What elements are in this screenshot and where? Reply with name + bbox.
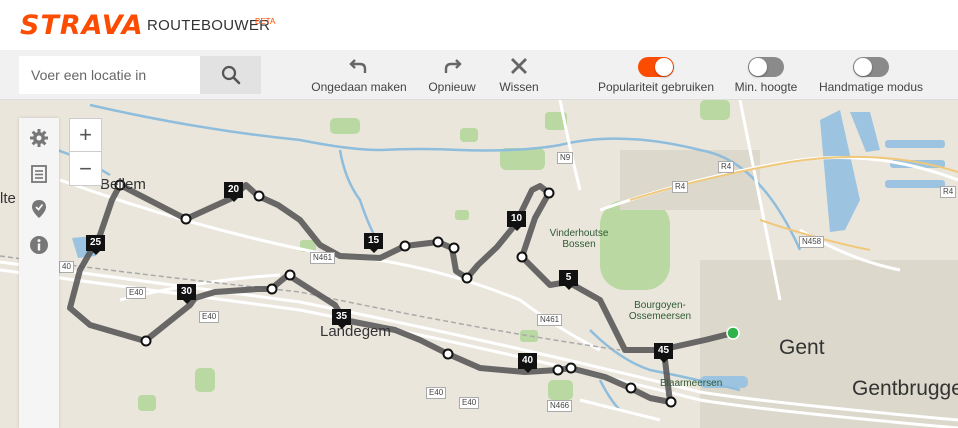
place-blaarmeersen: Blaarmeersen bbox=[660, 378, 723, 389]
road-e40-b: E40 bbox=[199, 311, 220, 323]
map-side-panel bbox=[19, 118, 59, 428]
route-toolbar: Ongedaan maken Opnieuw Wissen Popularite… bbox=[0, 50, 958, 100]
gear-icon bbox=[30, 129, 48, 147]
road-n461-a: N461 bbox=[310, 252, 336, 264]
road-r4-c: R4 bbox=[940, 186, 957, 198]
zoom-in-button[interactable]: + bbox=[70, 119, 101, 152]
min-elevation-switch[interactable] bbox=[748, 57, 784, 77]
popularity-label: Populariteit gebruiken bbox=[597, 80, 715, 94]
undo-label: Ongedaan maken bbox=[311, 80, 407, 94]
search-icon bbox=[221, 65, 240, 85]
km-marker-10[interactable]: 10 bbox=[507, 211, 526, 231]
place-landegem: Landegem bbox=[320, 323, 391, 340]
manual-mode-switch[interactable] bbox=[853, 57, 889, 77]
beta-badge: BETA bbox=[255, 17, 276, 26]
zoom-control: + − bbox=[69, 118, 102, 186]
km-marker-40[interactable]: 40 bbox=[518, 353, 537, 373]
place-edge-label: lte bbox=[0, 190, 16, 207]
info-icon bbox=[30, 236, 48, 254]
road-r4-a: R4 bbox=[718, 161, 735, 173]
road-e40-a: E40 bbox=[126, 287, 147, 299]
app-title: ROUTEBOUWER bbox=[147, 17, 271, 34]
km-marker-15[interactable]: 15 bbox=[364, 233, 383, 253]
km-marker-30[interactable]: 30 bbox=[177, 284, 196, 304]
km-marker-45[interactable]: 45 bbox=[654, 343, 673, 363]
settings-button[interactable] bbox=[27, 126, 51, 150]
route-map[interactable]: Gent Gentbrugge Landegem Bellem Vinderho… bbox=[0, 100, 958, 428]
clear-button[interactable]: Wissen bbox=[497, 55, 541, 97]
undo-button[interactable]: Ongedaan maken bbox=[311, 55, 407, 97]
place-bourgoyen-ossemeersen: Bourgoyen-Ossemeersen bbox=[628, 300, 692, 322]
redo-icon bbox=[442, 55, 462, 77]
place-vinderhoutse-bossen: Vinderhoutse Bossen bbox=[549, 228, 609, 250]
road-n461-b: N461 bbox=[537, 314, 563, 326]
road-40: 40 bbox=[59, 261, 74, 273]
min-elevation-toggle[interactable]: Min. hoogte bbox=[731, 55, 801, 97]
place-gentbrugge: Gentbrugge bbox=[852, 377, 958, 400]
road-r4-b: R4 bbox=[672, 181, 689, 193]
popularity-switch[interactable] bbox=[638, 57, 674, 77]
km-marker-5[interactable]: 5 bbox=[559, 270, 578, 290]
km-marker-20[interactable]: 20 bbox=[224, 182, 243, 202]
manual-mode-toggle[interactable]: Handmatige modus bbox=[817, 55, 925, 97]
road-e40-d: E40 bbox=[459, 397, 480, 409]
road-e40-c: E40 bbox=[426, 387, 447, 399]
place-gent: Gent bbox=[779, 336, 825, 359]
list-icon bbox=[31, 165, 47, 183]
redo-button[interactable]: Opnieuw bbox=[424, 55, 480, 97]
route-list-button[interactable] bbox=[27, 162, 51, 186]
app-header: STRAVA ROUTEBOUWER BETA bbox=[0, 0, 958, 50]
road-n466: N466 bbox=[547, 400, 573, 412]
info-button[interactable] bbox=[27, 233, 51, 257]
location-search-input[interactable] bbox=[19, 56, 200, 94]
road-n458: N458 bbox=[799, 236, 825, 248]
road-n9: N9 bbox=[557, 152, 574, 164]
redo-label: Opnieuw bbox=[428, 80, 476, 94]
zoom-out-button[interactable]: − bbox=[70, 152, 101, 185]
map-canvas[interactable] bbox=[0, 100, 958, 428]
km-marker-25[interactable]: 25 bbox=[86, 235, 105, 255]
popularity-toggle[interactable]: Populariteit gebruiken bbox=[595, 55, 717, 97]
search-button[interactable] bbox=[200, 56, 261, 94]
min-elevation-label: Min. hoogte bbox=[734, 80, 798, 94]
place-bellem: Bellem bbox=[100, 176, 146, 193]
clear-label: Wissen bbox=[499, 80, 539, 94]
manual-mode-label: Handmatige modus bbox=[818, 80, 924, 94]
map-pin-icon bbox=[32, 200, 46, 218]
close-icon bbox=[509, 55, 529, 77]
km-marker-35[interactable]: 35 bbox=[332, 309, 351, 329]
undo-icon bbox=[349, 55, 369, 77]
strava-logo[interactable]: STRAVA bbox=[20, 10, 144, 41]
location-button[interactable] bbox=[27, 197, 51, 221]
route-start-marker[interactable] bbox=[726, 326, 740, 340]
